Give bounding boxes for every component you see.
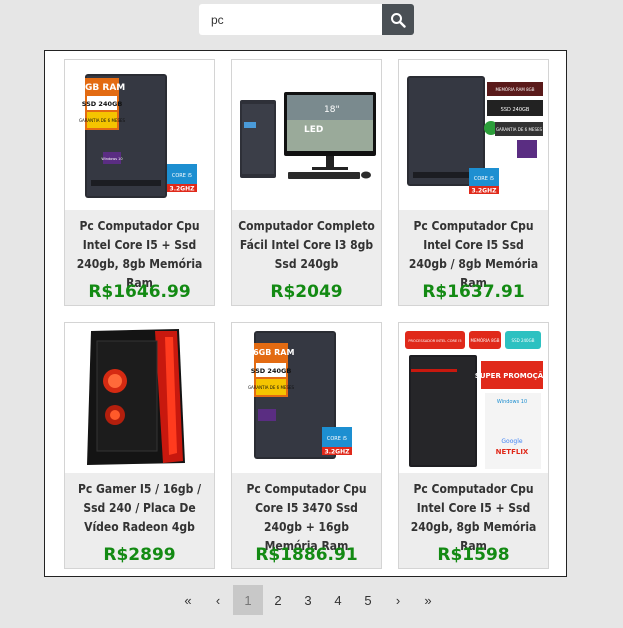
badge-text: 3.2GHZ <box>472 188 498 195</box>
page-link-5[interactable]: 5 <box>353 585 383 615</box>
product-title[interactable]: Computador Completo Fácil Intel Core I3 … <box>236 217 377 274</box>
product-card[interactable]: PROCESSADOR INTEL CORE I5 MEMÓRIA 8GB SS… <box>398 322 549 569</box>
badge-text: 3.2GHZ <box>325 449 351 456</box>
product-image[interactable]: 18" LED <box>232 60 381 210</box>
badge-text: CORE i5 <box>474 176 494 182</box>
product-price: R$1637.91 <box>422 282 525 302</box>
product-image[interactable]: PROCESSADOR INTEL CORE I5 MEMÓRIA 8GB SS… <box>399 323 548 473</box>
next-page-link[interactable]: › <box>383 585 413 615</box>
badge-text: Windows 10 <box>497 399 527 405</box>
last-page-link[interactable]: » <box>413 585 443 615</box>
product-image[interactable]: 16GB RAM SSD 240GB GARANTIA DE 6 MESES C… <box>232 323 381 473</box>
badge-text: SSD 240GB <box>82 100 123 108</box>
badge-text: PROCESSADOR INTEL CORE I5 <box>408 339 461 343</box>
badge-text: NETFLIX <box>496 448 529 456</box>
product-price: R$1886.91 <box>255 545 358 565</box>
page-link-4[interactable]: 4 <box>323 585 353 615</box>
product-card[interactable]: 16GB RAM SSD 240GB GARANTIA DE 6 MESES C… <box>231 322 382 569</box>
search-icon <box>391 12 406 28</box>
product-card[interactable]: MEMÓRIA RAM 8GB SSD 240GB GARANTIA DE 6 … <box>398 59 549 306</box>
badge-text: SUPER PROMOÇÃO <box>475 371 548 380</box>
product-image[interactable]: MEMÓRIA RAM 8GB SSD 240GB GARANTIA DE 6 … <box>399 60 548 210</box>
prev-page-link[interactable]: ‹ <box>203 585 233 615</box>
badge-text: LED <box>304 125 323 135</box>
page-link-3[interactable]: 3 <box>293 585 323 615</box>
product-price: R$1646.99 <box>88 282 191 302</box>
badge-text: SSD 240GB <box>512 338 535 343</box>
product-image[interactable]: 8GB RAM SSD 240GB GARANTIA DE 6 MESES Wi… <box>65 60 214 210</box>
badge-text: SSD 240GB <box>501 107 530 113</box>
page-link-2[interactable]: 2 <box>263 585 293 615</box>
badge-text: MEMÓRIA 8GB <box>471 338 500 343</box>
badge-text: Windows 10 <box>101 157 122 161</box>
badge-text: SSD 240GB <box>251 367 292 375</box>
badge-text: CORE i5 <box>172 173 192 179</box>
product-image[interactable] <box>65 323 214 473</box>
search-bar <box>199 4 414 35</box>
badge-text: GARANTIA DE 6 MESES <box>248 385 295 390</box>
badge-text: MEMÓRIA RAM 8GB <box>495 87 534 92</box>
badge-text: 8GB RAM <box>79 83 126 93</box>
product-title[interactable]: Pc Gamer I5 / 16gb / Ssd 240 / Placa De … <box>69 480 210 537</box>
badge-text: 18" <box>324 105 340 115</box>
badge-text: Google <box>501 438 522 445</box>
badge-text: 3.2GHZ <box>170 186 196 193</box>
product-card[interactable]: 18" LED Computador Completo Fácil Intel … <box>231 59 382 306</box>
pagination: « ‹ 1 2 3 4 5 › » <box>173 585 443 615</box>
product-price: R$2899 <box>103 545 176 565</box>
product-grid: 8GB RAM SSD 240GB GARANTIA DE 6 MESES Wi… <box>44 50 567 577</box>
first-page-link[interactable]: « <box>173 585 203 615</box>
badge-text: CORE i5 <box>327 436 347 442</box>
badge-text: 16GB RAM <box>248 348 295 357</box>
product-price: R$2049 <box>270 282 343 302</box>
badge-text: GARANTIA DE 6 MESES <box>496 127 543 132</box>
badge-text: GARANTIA DE 6 MESES <box>79 118 126 123</box>
search-button[interactable] <box>382 4 414 35</box>
product-price: R$1598 <box>437 545 510 565</box>
product-card[interactable]: 8GB RAM SSD 240GB GARANTIA DE 6 MESES Wi… <box>64 59 215 306</box>
product-card[interactable]: Pc Gamer I5 / 16gb / Ssd 240 / Placa De … <box>64 322 215 569</box>
search-input[interactable] <box>199 4 382 35</box>
page-link-1[interactable]: 1 <box>233 585 263 615</box>
